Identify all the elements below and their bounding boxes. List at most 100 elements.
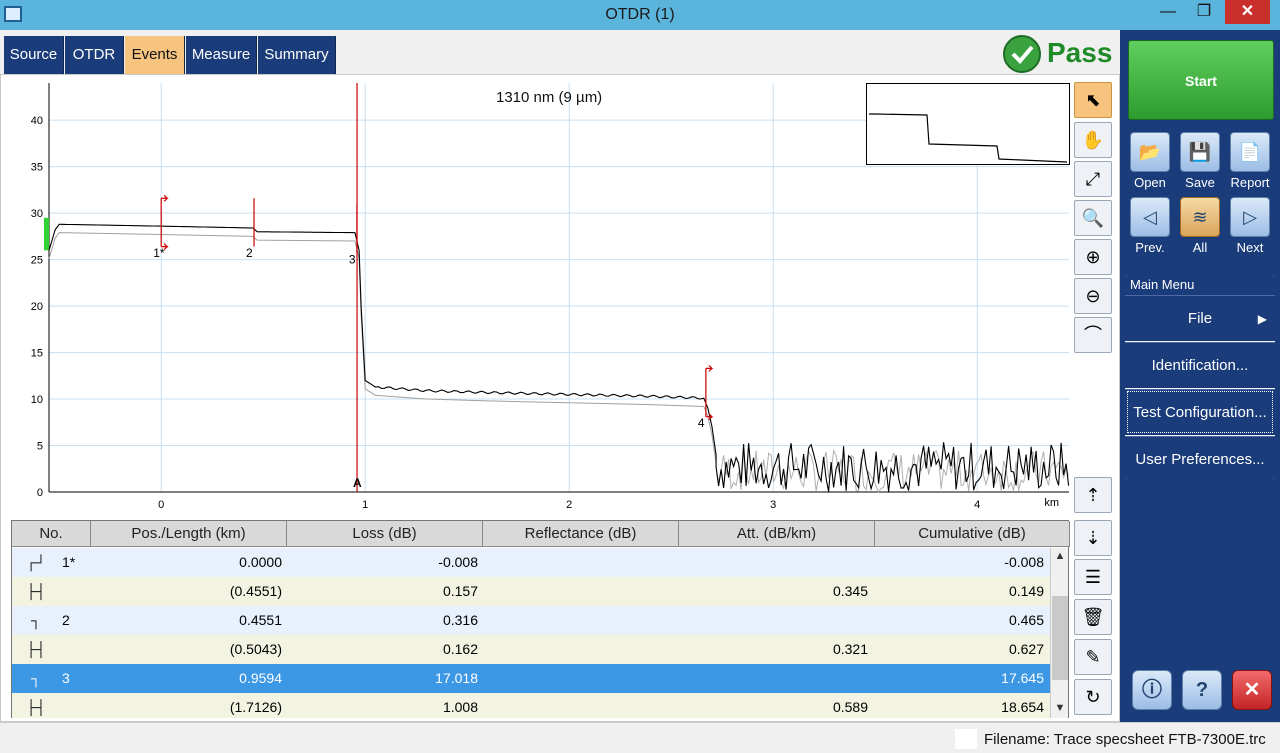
save-icon[interactable]: 💾 (1180, 132, 1220, 172)
cell-no: 2 (62, 612, 70, 628)
cell-att: 0.589 (832, 699, 868, 715)
maximize-button[interactable]: ❐ (1184, 0, 1224, 24)
col-reflectance[interactable]: Reflectance (dB) (483, 521, 679, 547)
event-span-arrow (705, 364, 714, 372)
zoom-fit-icon[interactable]: ⤢ (1074, 161, 1112, 197)
col-loss[interactable]: Loss (dB) (287, 521, 483, 547)
hand-icon[interactable]: ✋ (1074, 122, 1112, 158)
cell-att (682, 548, 868, 577)
cell-cumulative: 18.654 (1001, 699, 1044, 715)
scroll-up-arrow[interactable]: ▲ (1051, 550, 1069, 562)
main-content: 0 5 10 15 20 25 30 35 40 0 1 2 3 4 km A 1* 2 3 4 1310 nm (9… (0, 74, 1120, 722)
scroll-down-arrow[interactable]: ▼ (1051, 702, 1069, 714)
main-menu: Main Menu File ▶ Identification... Test … (1125, 275, 1275, 480)
measured-trace (48, 223, 1070, 492)
cell-no: 1* (62, 554, 76, 570)
pass-label: Pass (1047, 37, 1113, 68)
reference-trace (48, 232, 717, 464)
tab-otdr[interactable]: OTDR (65, 36, 124, 74)
scroll-up-icon[interactable]: ⇡ (1074, 477, 1112, 513)
tab-measure[interactable]: Measure (186, 36, 257, 74)
zoom-1to1-icon[interactable]: 🔍 (1074, 200, 1112, 236)
cell-pos: 0.4551 (239, 612, 282, 628)
x-tick-label: 3 (770, 499, 776, 511)
report-icon[interactable]: 📄 (1230, 132, 1270, 172)
table-row[interactable]: ┐ 2 0.4551 0.316 0.465 (12, 606, 1050, 635)
pointer-icon[interactable]: ⬉ (1074, 82, 1112, 118)
info-icon[interactable]: ⓘ (1132, 670, 1172, 710)
cell-no (62, 693, 102, 718)
event-type-icon: ┐ (31, 612, 41, 628)
col-att[interactable]: Att. (dB/km) (679, 521, 875, 547)
otdr-graph[interactable]: 0 5 10 15 20 25 30 35 40 0 1 2 3 4 km A 1* 2 3 4 1310 nm (9… (1, 75, 1071, 515)
zoom-area-icon[interactable]: ⌒ (1074, 317, 1112, 353)
tab-source[interactable]: Source (4, 36, 64, 74)
y-tick-label: 5 (37, 441, 43, 453)
marker-a-label: A (353, 476, 362, 490)
scroll-down-icon[interactable]: ⇣ (1074, 520, 1112, 556)
table-layout-icon[interactable]: ☰ (1074, 559, 1112, 595)
status-bar: Filename: Trace specsheet FTB-7300E.trc (0, 722, 1280, 753)
zoom-out-icon[interactable]: ⊖ (1074, 278, 1112, 314)
menu-file-label: File (1187, 310, 1213, 327)
start-button[interactable]: Start (1128, 40, 1274, 120)
event-type-icon: ┐ (31, 670, 41, 686)
cell-loss: 0.157 (442, 583, 478, 599)
cell-pos: (1.7126) (229, 699, 282, 715)
cell-att (682, 664, 868, 693)
prev-trace-icon[interactable]: ◁ (1130, 197, 1170, 237)
event-label: 3 (349, 252, 356, 266)
window-title: OTDR (1) (605, 6, 675, 23)
event-label: 4 (698, 416, 705, 430)
status-field (955, 729, 977, 749)
zoom-in-icon[interactable]: ⊕ (1074, 239, 1112, 275)
event-label: 2 (246, 246, 253, 260)
y-tick-label: 10 (31, 394, 43, 406)
menu-test-configuration[interactable]: Test Configuration... (1125, 389, 1275, 435)
refresh-icon[interactable]: ↻ (1074, 679, 1112, 715)
help-icon[interactable]: ? (1182, 670, 1222, 710)
cell-loss: 0.316 (442, 612, 478, 628)
y-tick-label: 35 (31, 162, 43, 174)
cell-pos: 0.9594 (239, 670, 282, 686)
overview-minimap[interactable] (866, 83, 1070, 165)
submenu-arrow-icon: ▶ (1257, 312, 1267, 326)
col-no[interactable]: No. (12, 521, 91, 547)
cell-cumulative: 0.149 (1008, 583, 1044, 599)
close-button[interactable]: ✕ (1225, 0, 1270, 24)
table-row[interactable]: ┐ 3 0.9594 17.018 17.645 (12, 664, 1050, 693)
menu-file[interactable]: File ▶ (1125, 295, 1275, 341)
exit-icon[interactable]: ✕ (1232, 670, 1272, 710)
event-span-arrow (161, 194, 169, 202)
all-traces-icon[interactable]: ≋ (1180, 197, 1220, 237)
next-trace-icon[interactable]: ▷ (1230, 197, 1270, 237)
x-axis-unit: km (1044, 497, 1059, 509)
y-tick-label: 30 (31, 208, 43, 220)
edit-icon[interactable]: ✎ (1074, 639, 1112, 675)
cell-cumulative: 17.645 (1001, 670, 1044, 686)
table-row[interactable]: ┌┘ 1* 0.0000 -0.008 -0.008 (12, 548, 1050, 577)
minimize-button[interactable]: — (1148, 0, 1188, 24)
open-icon[interactable]: 📂 (1130, 132, 1170, 172)
cell-pos: (0.5043) (229, 641, 282, 657)
scroll-thumb[interactable] (1052, 596, 1068, 680)
filename-label: Filename: Trace specsheet FTB-7300E.trc (984, 731, 1266, 748)
cell-cumulative: -0.008 (1004, 554, 1044, 570)
y-tick-label: 40 (31, 115, 43, 127)
col-pos[interactable]: Pos./Length (km) (91, 521, 287, 547)
col-cumulative[interactable]: Cumulative (dB) (875, 521, 1070, 547)
table-row[interactable]: ├┤ (1.7126) 1.008 0.589 18.654 (12, 693, 1050, 718)
table-body: ┌┘ 1* 0.0000 -0.008 -0.008 ├┤ (0.4551) 0.157 0.3… (12, 548, 1050, 718)
menu-identification[interactable]: Identification... (1125, 342, 1275, 388)
table-header: No. Pos./Length (km) Loss (dB) Reflectan… (12, 521, 1070, 547)
table-row[interactable]: ├┤ (0.4551) 0.157 0.345 0.149 (12, 577, 1050, 606)
report-label: Report (1230, 175, 1270, 190)
tab-events[interactable]: Events (125, 36, 185, 74)
delete-icon[interactable]: 🗑 (1074, 599, 1112, 635)
table-row[interactable]: ├┤ (0.5043) 0.162 0.321 0.627 (12, 635, 1050, 664)
table-scrollbar[interactable]: ▲ ▼ (1050, 548, 1068, 718)
wavelength-label: 1310 nm (9 µm) (496, 89, 603, 106)
tab-summary[interactable]: Summary (258, 36, 336, 74)
cell-att: 0.345 (832, 583, 868, 599)
menu-user-preferences[interactable]: User Preferences... (1125, 436, 1275, 480)
